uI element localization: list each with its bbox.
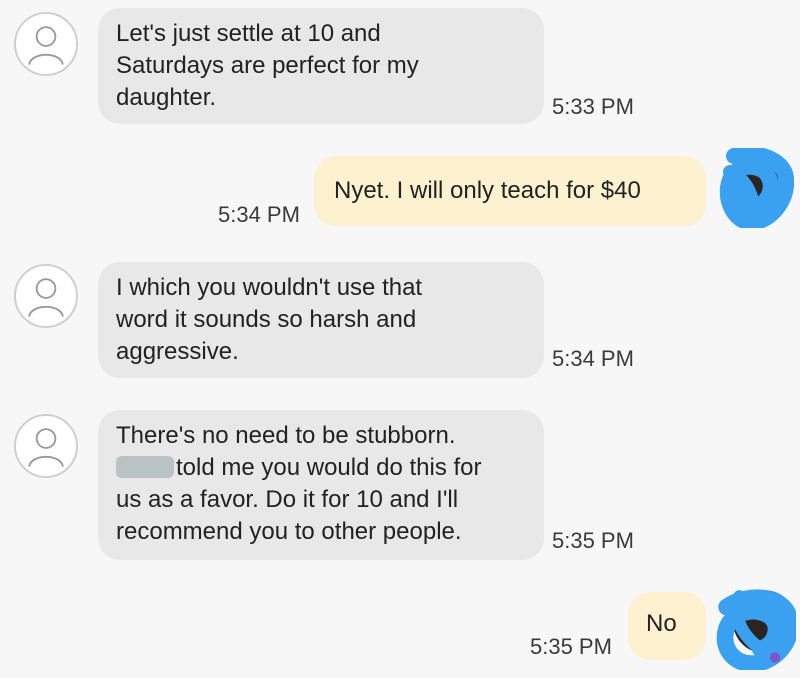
message-bubble-incoming[interactable]: I which you wouldn't use that word it so… <box>98 262 544 378</box>
self-avatar[interactable] <box>712 586 796 670</box>
person-outline-icon <box>28 26 64 65</box>
message-bubble-incoming[interactable]: Let's just settle at 10 and Saturdays ar… <box>98 8 544 124</box>
message-timestamp: 5:34 PM <box>218 202 300 227</box>
message-bubble-incoming[interactable]: There's no need to be stubborn. told me … <box>98 410 544 560</box>
message-bubble-outgoing[interactable]: Nyet. I will only teach for $40 <box>314 156 706 226</box>
contact-avatar[interactable] <box>14 264 78 328</box>
message-bubble-outgoing[interactable]: No <box>628 592 706 660</box>
scribbled-out-avatar-icon <box>716 589 796 670</box>
message-line: us as a favor. Do it for 10 and I'll <box>116 486 459 513</box>
redacted-name-block <box>116 456 174 478</box>
message-timestamp: 5:35 PM <box>530 634 612 659</box>
message-line: recommend you to other people. <box>116 518 462 545</box>
contact-avatar[interactable] <box>14 414 78 478</box>
message-timestamp: 5:33 PM <box>552 94 634 119</box>
message-line: There's no need to be stubborn. <box>116 422 456 449</box>
person-outline-icon <box>28 278 64 317</box>
message-timestamp: 5:34 PM <box>552 346 634 371</box>
contact-avatar[interactable] <box>14 12 78 76</box>
message-line-text: told me you would do this for <box>176 454 482 481</box>
scribbled-out-avatar-icon <box>719 148 794 228</box>
person-outline-icon <box>28 428 64 467</box>
message-line: told me you would do this for <box>116 452 526 484</box>
message-timestamp: 5:35 PM <box>552 528 634 553</box>
self-avatar[interactable] <box>714 148 794 228</box>
